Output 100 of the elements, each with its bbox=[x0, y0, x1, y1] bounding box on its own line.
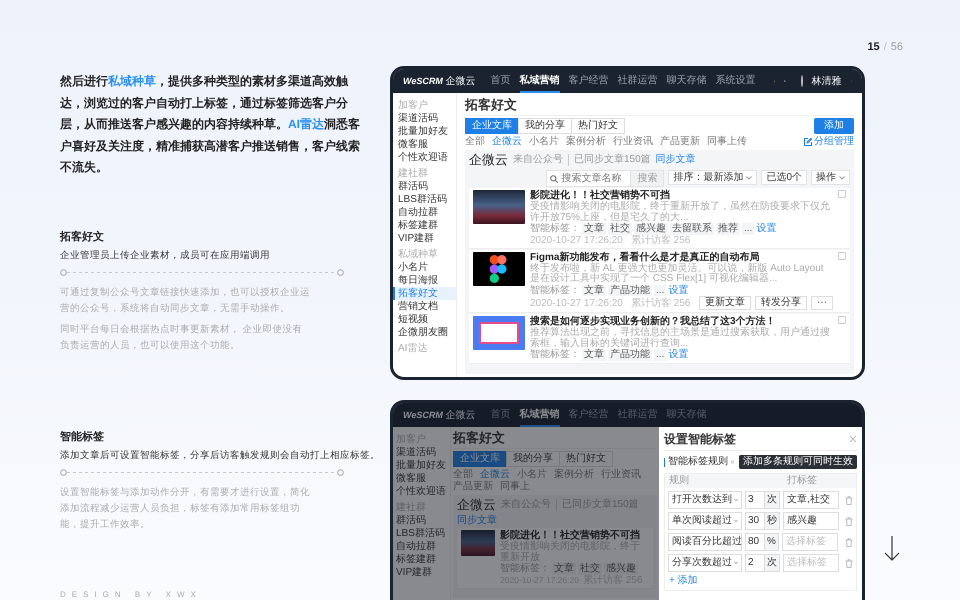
delete-button[interactable] bbox=[845, 496, 853, 504]
checkbox[interactable] bbox=[838, 252, 846, 260]
sidebar-item[interactable]: 企微朋友圈 bbox=[393, 326, 456, 339]
section-title: 智能标签 bbox=[60, 430, 105, 445]
sidebar-item[interactable]: VIP建群 bbox=[393, 566, 450, 579]
tag-field[interactable]: 选择标签 bbox=[783, 554, 839, 572]
nav-tab[interactable]: 私域营销 bbox=[520, 403, 560, 427]
delete-button[interactable] bbox=[845, 516, 853, 526]
number-field[interactable]: 80 bbox=[745, 533, 765, 551]
nav-tab[interactable]: 系统设置 bbox=[716, 69, 756, 93]
edit-tags-link[interactable]: 设置 bbox=[756, 223, 776, 234]
filter-tab[interactable]: 小名片 bbox=[529, 136, 559, 148]
sidebar-item[interactable]: 短视频 bbox=[393, 313, 456, 326]
sidebar-item[interactable]: 拓客好文 bbox=[393, 287, 456, 300]
add-button[interactable]: 添加 bbox=[814, 118, 854, 134]
nav-tab[interactable]: 社群运营 bbox=[618, 69, 658, 93]
tab[interactable]: 我的分享 bbox=[506, 451, 560, 467]
article-action-button[interactable]: 更新文章 bbox=[699, 296, 751, 310]
nav-tab[interactable]: 客户经营 bbox=[568, 69, 609, 93]
article-action-button[interactable]: 转发分享 bbox=[755, 296, 807, 310]
filter-tab[interactable]: 产品更新 bbox=[660, 136, 700, 148]
condition-select[interactable]: 打开次数达到 bbox=[668, 491, 742, 509]
sidebar-item[interactable]: 个性欢迎语 bbox=[393, 485, 450, 498]
number-field[interactable]: 2 bbox=[745, 554, 765, 572]
edit-tags-link[interactable]: 设置 bbox=[668, 284, 688, 296]
tab[interactable]: 我的分享 bbox=[518, 118, 572, 134]
group-manage-link[interactable]: 分组管理 bbox=[804, 136, 854, 148]
add-rule-link[interactable]: + 添加 bbox=[665, 575, 856, 587]
tag-field[interactable]: 感兴趣 bbox=[783, 512, 839, 530]
dialog-title: 设置智能标签 bbox=[664, 431, 736, 447]
accent-bar bbox=[664, 458, 665, 466]
more-tags: ... bbox=[654, 284, 666, 296]
sidebar-item[interactable]: 标签建群 bbox=[393, 553, 450, 566]
condition-select[interactable]: 阅读百分比超过 bbox=[668, 533, 742, 551]
sidebar-item[interactable]: 小名片 bbox=[393, 261, 456, 274]
nav-tab[interactable]: 聊天存储 bbox=[666, 69, 707, 93]
sidebar-item[interactable]: 自动拉群 bbox=[393, 540, 450, 553]
checkbox[interactable] bbox=[838, 190, 846, 198]
sidebar-item[interactable]: 渠道活码 bbox=[393, 446, 450, 459]
caret-icon bbox=[734, 561, 738, 565]
sidebar-item[interactable]: 批量加好友 bbox=[393, 125, 456, 138]
filter-tab[interactable]: 产品更新 bbox=[453, 481, 493, 493]
filter-tab[interactable]: 企微云 bbox=[492, 136, 522, 148]
sidebar-item[interactable]: 批量加好友 bbox=[393, 459, 450, 472]
checkbox[interactable] bbox=[838, 316, 846, 324]
avatar[interactable] bbox=[800, 75, 803, 87]
tab[interactable]: 热门好文 bbox=[571, 118, 625, 134]
filter-tab[interactable]: 行业资讯 bbox=[613, 136, 653, 148]
sidebar-item[interactable]: 群活码 bbox=[393, 514, 450, 527]
search-button[interactable]: 搜索 bbox=[630, 171, 664, 186]
sidebar-item[interactable]: 每日海报 bbox=[393, 274, 456, 287]
filter-tab[interactable]: 同事上 bbox=[500, 481, 530, 493]
edit-tags-link[interactable]: 设置 bbox=[668, 349, 688, 360]
tab[interactable]: 企业文库 bbox=[465, 118, 519, 134]
sidebar-item[interactable]: 营销文档 bbox=[393, 300, 456, 313]
close-button[interactable] bbox=[849, 435, 857, 443]
nav-tab[interactable]: 社群运营 bbox=[618, 403, 658, 427]
filter-tab[interactable]: 全部 bbox=[453, 469, 473, 481]
number-field[interactable]: 3 bbox=[745, 491, 765, 509]
nav-tab[interactable]: 聊天存储 bbox=[666, 403, 707, 427]
sync-link[interactable]: 同步文章 bbox=[457, 515, 497, 527]
sync-link[interactable]: 同步文章 bbox=[656, 154, 696, 166]
condition-select[interactable]: 单次阅读超过 bbox=[668, 512, 742, 530]
tab[interactable]: 热门好文 bbox=[559, 451, 613, 467]
filter-tab[interactable]: 行业资讯 bbox=[601, 469, 641, 481]
filter-tab[interactable]: 小名片 bbox=[517, 469, 547, 481]
filter-tab[interactable]: 案例分析 bbox=[566, 136, 606, 148]
condition-select[interactable]: 分享次数超过 bbox=[668, 554, 742, 572]
nav-tab[interactable]: 首页 bbox=[490, 403, 511, 427]
down-arrow-icon bbox=[884, 535, 900, 561]
sidebar-item[interactable]: 渠道活码 bbox=[393, 112, 456, 125]
filter-tab[interactable]: 全部 bbox=[465, 136, 485, 148]
page-total: 56 bbox=[890, 41, 903, 53]
more-button[interactable]: ··· bbox=[811, 296, 833, 310]
filter-tab[interactable]: 同事上传 bbox=[707, 136, 747, 148]
user-name[interactable]: 林清雅 bbox=[812, 74, 842, 88]
sidebar-item[interactable]: 自动拉群 bbox=[393, 206, 456, 219]
sidebar-item[interactable]: 标签建群 bbox=[393, 219, 456, 232]
operations-dropdown[interactable]: 操作 bbox=[811, 170, 850, 185]
tab[interactable]: 企业文库 bbox=[453, 451, 507, 467]
nav-tab[interactable]: 私域营销 bbox=[520, 69, 560, 93]
nav-tab[interactable]: 首页 bbox=[490, 69, 511, 93]
sidebar-item[interactable]: 微客服 bbox=[393, 138, 456, 151]
sidebar-item[interactable]: LBS群活码 bbox=[393, 527, 450, 540]
delete-button[interactable] bbox=[845, 538, 853, 546]
sidebar-item[interactable]: 群活码 bbox=[393, 180, 456, 193]
number-field[interactable]: 30 bbox=[745, 512, 765, 530]
publish-date: 2020-10-27 17:26:20 bbox=[530, 234, 623, 246]
sidebar-item[interactable]: LBS群活码 bbox=[393, 193, 456, 206]
more-tags: ... bbox=[742, 223, 754, 234]
tag: 文章 bbox=[582, 223, 606, 234]
filter-tab[interactable]: 企微云 bbox=[480, 469, 510, 481]
filter-tab[interactable]: 案例分析 bbox=[554, 469, 594, 481]
delete-button[interactable] bbox=[845, 558, 853, 568]
sidebar-item[interactable]: 微客服 bbox=[393, 472, 450, 485]
sidebar-item[interactable]: VIP建群 bbox=[393, 232, 456, 245]
nav-tab[interactable]: 客户经营 bbox=[568, 403, 609, 427]
sidebar-item[interactable]: 个性欢迎语 bbox=[393, 151, 456, 164]
sort-dropdown[interactable]: 排序：最新添加 bbox=[668, 170, 758, 185]
tag-field[interactable]: 选择标签 bbox=[782, 533, 838, 551]
